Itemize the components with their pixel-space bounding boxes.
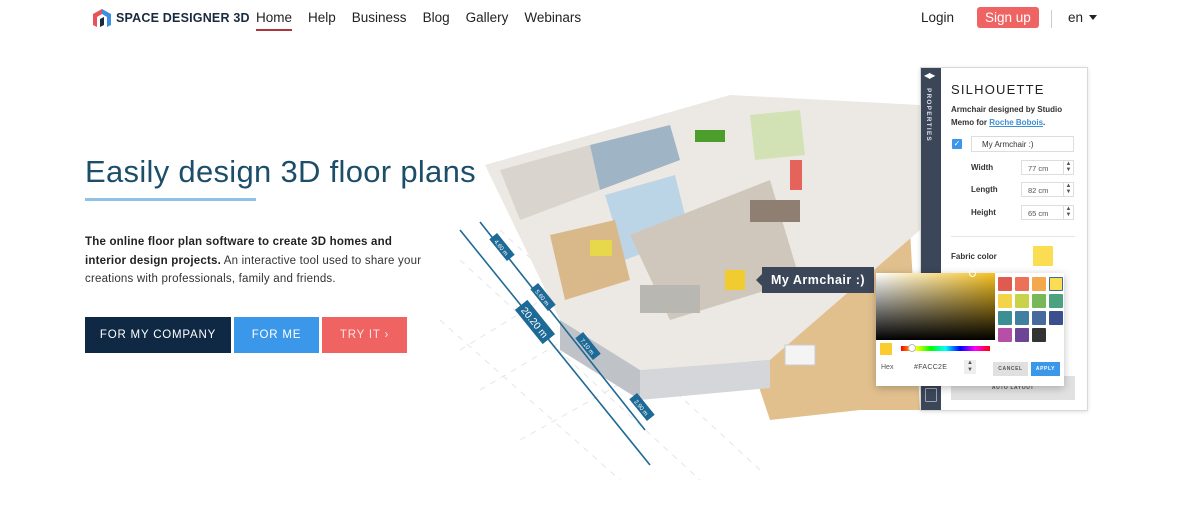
color-swatch[interactable] bbox=[1049, 311, 1063, 325]
hero-title: Easily design 3D floor plans bbox=[85, 154, 476, 189]
color-swatch[interactable] bbox=[1015, 294, 1029, 308]
hero-description: The online floor plan software to create… bbox=[85, 233, 435, 289]
hex-format-toggle[interactable]: ▲ ▼ bbox=[964, 360, 976, 374]
login-link[interactable]: Login bbox=[921, 10, 954, 25]
nav-link-business[interactable]: Business bbox=[352, 10, 407, 29]
color-swatch[interactable] bbox=[998, 328, 1012, 342]
nav-link-help[interactable]: Help bbox=[308, 10, 336, 29]
color-swatch[interactable] bbox=[998, 294, 1012, 308]
color-swatch[interactable] bbox=[1032, 294, 1046, 308]
current-color-preview bbox=[880, 343, 892, 355]
item-description: Armchair designed by Studio Memo for Roc… bbox=[951, 103, 1081, 129]
nav-link-gallery[interactable]: Gallery bbox=[466, 10, 509, 29]
title-underline bbox=[85, 198, 256, 201]
room-kitchen-green bbox=[750, 110, 805, 160]
try-it-button[interactable]: TRY IT › bbox=[322, 317, 407, 353]
saturation-value-area[interactable] bbox=[876, 270, 995, 340]
color-swatch[interactable] bbox=[1015, 311, 1029, 325]
nav-links: Home Help Business Blog Gallery Webinars bbox=[256, 10, 581, 31]
color-swatch[interactable] bbox=[1032, 328, 1046, 342]
nav-link-webinars[interactable]: Webinars bbox=[524, 10, 581, 29]
trash-icon[interactable] bbox=[925, 388, 937, 402]
outdoor-table bbox=[784, 344, 816, 366]
sofa bbox=[640, 285, 700, 313]
fridge-red bbox=[790, 160, 802, 190]
brand-logo[interactable]: SPACE DESIGNER 3D bbox=[92, 8, 250, 28]
height-label: Height bbox=[971, 208, 996, 217]
fabric-color-swatch[interactable] bbox=[1033, 246, 1053, 266]
length-input[interactable]: 82 cm ▲ ▼ bbox=[1021, 182, 1074, 197]
color-swatch[interactable] bbox=[998, 277, 1012, 291]
top-nav: SPACE DESIGNER 3D Home Help Business Blo… bbox=[0, 0, 1200, 38]
fabric-color-label: Fabric color bbox=[951, 252, 997, 261]
hex-label: Hex bbox=[881, 364, 894, 371]
for-me-button[interactable]: FOR ME bbox=[234, 317, 319, 353]
house-logo-icon bbox=[93, 9, 111, 27]
height-value: 65 cm bbox=[1028, 209, 1049, 218]
item-description-suffix: . bbox=[1043, 118, 1046, 127]
armchair-yellow bbox=[725, 270, 745, 290]
designer-link[interactable]: Roche Bobois bbox=[989, 118, 1043, 127]
width-stepper[interactable]: ▲ ▼ bbox=[1063, 161, 1073, 174]
apply-button[interactable]: APPLY bbox=[1031, 362, 1060, 376]
item-name-input[interactable]: My Armchair :) bbox=[971, 136, 1074, 152]
length-value: 82 cm bbox=[1028, 186, 1049, 195]
bed-pillows bbox=[590, 240, 612, 256]
sv-handle[interactable] bbox=[969, 270, 976, 277]
panel-separator bbox=[951, 236, 1075, 237]
color-swatch[interactable] bbox=[1049, 277, 1063, 291]
length-label: Length bbox=[971, 185, 998, 194]
for-my-company-button[interactable]: FOR MY COMPANY bbox=[85, 317, 231, 353]
width-input[interactable]: 77 cm ▲ ▼ bbox=[1021, 160, 1074, 175]
caret-down-icon bbox=[1089, 15, 1098, 20]
armchair-tooltip: My Armchair :) bbox=[755, 267, 875, 293]
height-stepper[interactable]: ▲ ▼ bbox=[1063, 206, 1073, 219]
color-swatch[interactable] bbox=[1049, 294, 1063, 308]
item-title: SILHOUETTE bbox=[951, 82, 1045, 97]
collapse-arrows-icon[interactable]: ◀▶ bbox=[924, 71, 935, 80]
visibility-checkbox[interactable]: ✓ bbox=[952, 139, 962, 149]
hex-input[interactable]: #FACC2E bbox=[914, 364, 947, 371]
color-picker: Hex #FACC2E ▲ ▼ CANCEL APPLY bbox=[876, 270, 1064, 386]
color-swatch[interactable] bbox=[1032, 311, 1046, 325]
width-label: Width bbox=[971, 163, 994, 172]
nav-divider bbox=[1051, 10, 1052, 28]
green-wall bbox=[695, 130, 725, 142]
nav-link-blog[interactable]: Blog bbox=[423, 10, 450, 29]
language-value: en bbox=[1068, 10, 1084, 25]
color-swatch[interactable] bbox=[1015, 277, 1029, 291]
nav-link-home[interactable]: Home bbox=[256, 10, 293, 31]
swatch-grid bbox=[998, 277, 1063, 342]
length-stepper[interactable]: ▲ ▼ bbox=[1063, 183, 1073, 196]
hue-handle[interactable] bbox=[908, 344, 916, 352]
signup-button[interactable]: Sign up bbox=[977, 7, 1039, 28]
color-swatch[interactable] bbox=[1032, 277, 1046, 291]
dining-table bbox=[750, 200, 800, 222]
color-swatch[interactable] bbox=[998, 311, 1012, 325]
height-input[interactable]: 65 cm ▲ ▼ bbox=[1021, 205, 1074, 220]
language-selector[interactable]: en bbox=[1068, 10, 1098, 25]
hue-slider[interactable] bbox=[901, 344, 990, 352]
cancel-button[interactable]: CANCEL bbox=[993, 362, 1028, 376]
brand-name: SPACE DESIGNER 3D bbox=[116, 11, 250, 25]
width-value: 77 cm bbox=[1028, 164, 1049, 173]
color-swatch[interactable] bbox=[1015, 328, 1029, 342]
dimension-seg-1: 4.60 m bbox=[489, 232, 515, 262]
properties-strip-label: PROPERTIES bbox=[925, 88, 932, 142]
